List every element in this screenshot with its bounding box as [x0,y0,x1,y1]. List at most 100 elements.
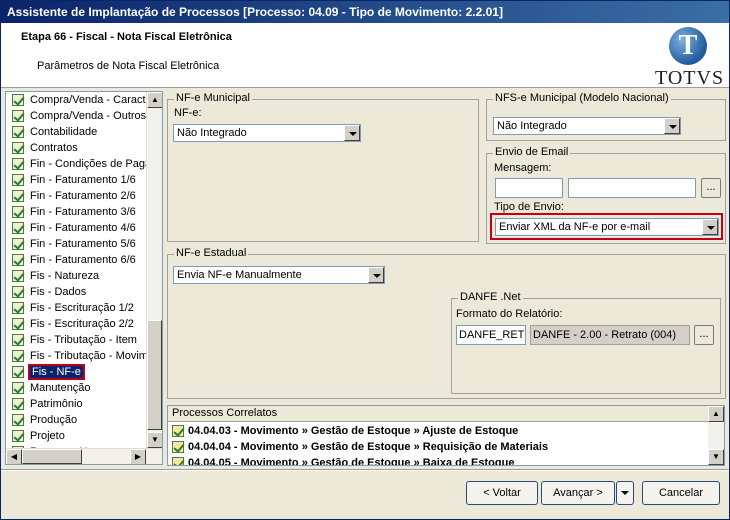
tree-item[interactable]: Fis - Escrituração 2/2 [6,316,146,332]
tree-item-label: Fin - Faturamento 5/6 [30,238,136,250]
tree-item-label: Fis - Natureza [30,270,100,282]
step-tree-list: Compra/Venda - Caracte Compra/Venda - Out… [6,92,146,448]
related-processes-panel: Processos Correlatos 04.04.03 - Moviment… [167,405,725,466]
tree-item[interactable]: Fis - Tributação - Item [6,332,146,348]
window-title: Assistente de Implantação de Processos [… [1,1,729,23]
checkmark-icon [12,94,24,106]
process-check-icon [172,441,184,453]
tree-item[interactable]: Fin - Faturamento 3/6 [6,204,146,220]
tree-item[interactable]: Fis - Natureza [6,268,146,284]
tree-hscroll-thumb[interactable] [22,449,82,464]
tree-item-label: Fis - Dados [30,286,87,298]
tree-item[interactable]: Fin - Condições de Pagar [6,156,146,172]
step-title: Etapa 66 - Fiscal - Nota Fiscal Eletrôni… [21,31,232,43]
step-subtitle: Parâmetros de Nota Fiscal Eletrônica [37,60,220,72]
checkmark-icon [12,254,24,266]
tree-scroll-thumb[interactable] [147,320,162,430]
tree-item[interactable]: Compra/Venda - Outros [6,108,146,124]
tree-item-label: Fis - Tributação - Movime [30,350,146,362]
send-type-label: Tipo de Envio: [494,201,564,213]
message-description-input[interactable] [568,178,696,198]
scroll-up-arrow-icon[interactable]: ▲ [147,92,162,108]
tree-item-label: Patrimônio [30,398,83,410]
tree-vertical-scrollbar[interactable]: ▲ ▼ [146,92,162,448]
nfe-estadual-select[interactable]: Envia NF-e Manualmente [173,266,385,284]
checkmark-icon [12,142,24,154]
related-process-item[interactable]: 04.04.05 - Movimento » Gestão de Estoque… [168,455,708,465]
tree-item[interactable]: Fin - Faturamento 1/6 [6,172,146,188]
tree-item[interactable]: Fin - Faturamento 2/6 [6,188,146,204]
tree-item-label: Fis - Escrituração 2/2 [30,318,134,330]
tree-item-label: Manutenção [30,382,91,394]
back-button[interactable]: < Voltar [466,481,538,505]
checkmark-icon [12,270,24,282]
next-dropdown-button[interactable] [616,481,634,505]
wizard-window: Assistente de Implantação de Processos [… [0,0,730,520]
tree-item[interactable]: Projeto [6,428,146,444]
tree-item[interactable]: Produção [6,412,146,428]
chevron-down-icon[interactable] [344,125,360,141]
report-format-label: Formato do Relatório: [456,308,563,320]
checkmark-icon [12,382,24,394]
nfe-municipal-select[interactable]: Não Integrado [173,124,361,142]
tree-item[interactable]: Fin - Faturamento 6/6 [6,252,146,268]
related-scroll-down-icon[interactable]: ▼ [708,449,724,465]
checkmark-icon [12,398,24,410]
danfe-code-input[interactable]: DANFE_RETR [456,325,526,345]
tree-item[interactable]: Fin - Faturamento 5/6 [6,236,146,252]
checkmark-icon [12,366,24,378]
process-check-icon [172,457,184,465]
checkmark-icon [12,206,24,218]
danfe-browse-button[interactable]: ... [694,325,714,345]
related-process-label: 04.04.03 - Movimento » Gestão de Estoque… [188,425,519,437]
tree-item[interactable]: Patrimônio [6,396,146,412]
tree-horizontal-scrollbar[interactable]: ◀ ▶ [6,448,162,464]
checkmark-icon [12,190,24,202]
chevron-down-icon[interactable] [368,267,384,283]
tree-item-label: Compra/Venda - Outros [30,110,146,122]
nfe-estadual-select-value: Envia NF-e Manualmente [177,269,302,281]
nfe-field-label: NF-e: [174,107,202,119]
tree-item[interactable]: Contabilidade [6,124,146,140]
tree-item-label: Fin - Faturamento 3/6 [30,206,136,218]
tree-item-label: Fin - Faturamento 6/6 [30,254,136,266]
process-check-icon [172,425,184,437]
tree-item[interactable]: Compra/Venda - Caracte [6,92,146,108]
tree-item[interactable]: Fin - Faturamento 4/6 [6,220,146,236]
nfe-municipal-select-value: Não Integrado [177,127,247,139]
message-label: Mensagem: [494,162,552,174]
related-process-item[interactable]: 04.04.03 - Movimento » Gestão de Estoque… [168,423,708,439]
scroll-left-arrow-icon[interactable]: ◀ [6,449,22,464]
tree-item-label: Fis - Tributação - Item [30,334,137,346]
nfse-municipal-group: NFS-e Municipal (Modelo Nacional) Não In… [486,92,726,141]
scroll-right-arrow-icon[interactable]: ▶ [130,449,146,464]
message-code-input[interactable] [495,178,563,198]
nfse-municipal-select-value: Não Integrado [497,120,567,132]
tree-item-label: Produção [30,414,78,426]
checkmark-icon [12,334,24,346]
tree-item[interactable]: Fis - NF-e [6,364,146,380]
tree-item[interactable]: Fis - Tributação - Movime [6,348,146,364]
danfe-group: DANFE .Net Formato do Relatório: DANFE_R… [451,291,721,394]
logo-t-icon: T [678,30,698,61]
chevron-down-icon[interactable] [664,118,680,134]
tree-item-label: Fis - Escrituração 1/2 [30,302,134,314]
checkmark-icon [12,174,24,186]
scroll-down-arrow-icon[interactable]: ▼ [147,432,162,448]
cancel-button[interactable]: Cancelar [642,481,720,505]
nfse-municipal-select[interactable]: Não Integrado [493,117,681,135]
message-browse-button[interactable]: ... [701,178,721,198]
wizard-header: Etapa 66 - Fiscal - Nota Fiscal Eletrôni… [1,23,729,89]
tree-item[interactable]: Contratos [6,140,146,156]
tree-item[interactable]: Manutenção [6,380,146,396]
tree-item[interactable]: Fis - Escrituração 1/2 [6,300,146,316]
checkmark-icon [12,238,24,250]
related-process-item[interactable]: 04.04.04 - Movimento » Gestão de Estoque… [168,439,708,455]
danfe-description-field: DANFE - 2.00 - Retrato (004) [530,325,690,345]
checkmark-icon [12,222,24,234]
tree-item-label: Fin - Condições de Pagar [30,158,146,170]
related-scroll-up-icon[interactable]: ▲ [708,406,724,422]
tree-item[interactable]: Fis - Dados [6,284,146,300]
step-tree: Compra/Venda - Caracte Compra/Venda - Out… [5,91,163,465]
next-button[interactable]: Avançar > [541,481,615,505]
